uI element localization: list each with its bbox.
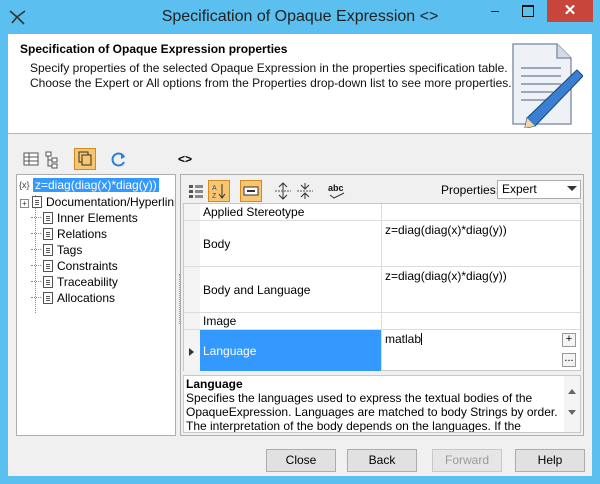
close-button[interactable]: Close	[266, 449, 336, 472]
table-row[interactable]: Body z=diag(diag(x)*diag(y))	[184, 221, 580, 267]
scroll-down-icon[interactable]	[568, 410, 576, 415]
collapse-all-icon[interactable]	[294, 180, 316, 202]
header-description-line1: Specify properties of the selected Opaqu…	[30, 61, 508, 75]
sort-alphabetically-button[interactable]: AZ	[208, 180, 230, 202]
window-title: Specification of Opaque Expression <>	[161, 8, 439, 25]
minimize-button[interactable]: –	[482, 0, 508, 22]
description-scrollbar[interactable]	[564, 376, 580, 432]
back-button[interactable]: Back	[347, 449, 417, 472]
forward-button[interactable]: Forward	[432, 449, 502, 472]
help-button[interactable]: Help	[515, 449, 585, 472]
tree-root-label: z=diag(diag(x)*diag(y))	[33, 178, 159, 192]
svg-text:abc: abc	[328, 183, 344, 193]
properties-label: Properties:	[441, 183, 500, 197]
table-view-icon[interactable]	[20, 148, 42, 170]
filter-button[interactable]	[240, 180, 262, 202]
description-title: Language	[186, 377, 243, 391]
page-icon	[43, 244, 53, 256]
properties-panel: AZ abc Properties: Expert Applied Stereo…	[180, 174, 584, 436]
tree-item-traceability[interactable]: Traceability	[31, 274, 118, 290]
svg-text:Z: Z	[212, 193, 217, 200]
property-name: Body	[200, 221, 382, 266]
svg-text:A: A	[212, 185, 217, 192]
more-button[interactable]: ...	[562, 353, 576, 367]
header-description-line2: Choose the Expert or All options from th…	[30, 76, 512, 90]
categorized-view-icon[interactable]	[185, 180, 207, 202]
element-symbol: <>	[178, 152, 193, 166]
refresh-icon[interactable]	[108, 148, 130, 170]
text-cursor	[421, 333, 423, 345]
table-row[interactable]: Image	[184, 313, 580, 330]
property-value[interactable]	[382, 204, 580, 220]
property-name: Body and Language	[200, 267, 382, 312]
property-name: Image	[200, 313, 382, 329]
sort-az-icon: AZ	[212, 184, 226, 200]
tree-item-constraints[interactable]: Constraints	[31, 258, 118, 274]
table-row-selected[interactable]: Language matlab + ...	[184, 330, 580, 371]
copy-icon	[78, 151, 92, 166]
navigation-tree: {x} z=diag(diag(x)*diag(y)) + Documentatio…	[16, 174, 176, 436]
tree-item-documentation[interactable]: + Documentation/Hyperlinks	[20, 194, 176, 210]
add-button[interactable]: +	[562, 333, 576, 347]
page-icon	[43, 260, 53, 272]
tree-item-label: Allocations	[57, 291, 116, 305]
dialog-window: Specification of Opaque Expression <> – …	[0, 0, 600, 484]
tree-item-label: Inner Elements	[57, 211, 138, 225]
document-pencil-icon	[512, 43, 583, 128]
property-name: Applied Stereotype	[200, 204, 382, 220]
header-panel: Specification of Opaque Expression prope…	[8, 34, 592, 134]
properties-selected-value: Expert	[502, 182, 537, 196]
expand-all-icon[interactable]	[272, 180, 294, 202]
description-text: Specifies the languages used to express …	[186, 391, 558, 433]
row-pointer-icon	[184, 330, 200, 371]
description-panel: Language Specifies the languages used to…	[183, 375, 581, 433]
page-icon	[43, 276, 53, 288]
maximize-button[interactable]	[514, 0, 540, 22]
chevron-down-icon	[567, 186, 577, 191]
spell-check-icon[interactable]: abc	[326, 180, 348, 202]
property-value[interactable]: z=diag(diag(x)*diag(y))	[382, 267, 580, 312]
close-window-button[interactable]: ✕	[547, 0, 593, 22]
tree-item-relations[interactable]: Relations	[31, 226, 107, 242]
property-name: Language	[200, 330, 382, 371]
tree-item-label: Traceability	[57, 275, 118, 289]
title-bar[interactable]: Specification of Opaque Expression <> – …	[0, 0, 600, 34]
group-button[interactable]	[74, 148, 96, 170]
page-icon	[43, 292, 53, 304]
language-value-field[interactable]: matlab	[382, 330, 580, 371]
tree-item-label: Constraints	[57, 259, 118, 273]
tree-view-icon[interactable]	[42, 148, 64, 170]
properties-dropdown[interactable]: Expert	[497, 180, 581, 199]
page-icon	[43, 228, 53, 240]
page-icon	[32, 196, 42, 208]
tree-item-label: Documentation/Hyperlinks	[46, 195, 176, 209]
property-value[interactable]: z=diag(diag(x)*diag(y))	[382, 221, 580, 266]
table-row[interactable]: Body and Language z=diag(diag(x)*diag(y)…	[184, 267, 580, 313]
tree-item-label: Relations	[57, 227, 108, 241]
scroll-up-icon[interactable]	[568, 389, 576, 394]
property-value[interactable]	[382, 313, 580, 329]
tree-root-item[interactable]: {x} z=diag(diag(x)*diag(y))	[19, 177, 159, 193]
tree-item-allocations[interactable]: Allocations	[31, 290, 115, 306]
page-icon	[43, 212, 53, 224]
tree-item-tags[interactable]: Tags	[31, 242, 82, 258]
table-row[interactable]: Applied Stereotype	[184, 204, 580, 221]
dialog-body: Specification of Opaque Expression prope…	[8, 34, 592, 476]
expand-icon[interactable]: +	[20, 199, 29, 208]
filter-icon	[243, 186, 259, 196]
property-value: matlab	[385, 332, 422, 346]
opaque-expression-icon: {x}	[19, 180, 30, 190]
tree-item-label: Tags	[57, 243, 83, 257]
tree-item-inner-elements[interactable]: Inner Elements	[31, 210, 138, 226]
header-title: Specification of Opaque Expression prope…	[20, 42, 288, 56]
properties-table: Applied Stereotype Body z=diag(diag(x)*d…	[183, 203, 581, 371]
